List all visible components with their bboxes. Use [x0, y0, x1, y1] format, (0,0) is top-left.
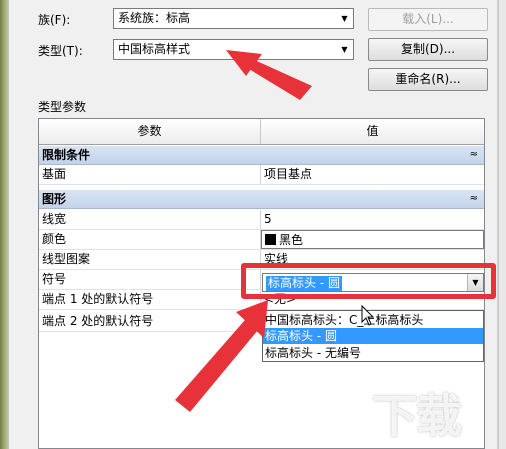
annotation-arrow-bottom — [175, 300, 268, 412]
annotation-arrow-top — [226, 50, 312, 100]
watermark-logo: 下载吧 — [372, 389, 462, 443]
mouse-cursor-icon — [361, 304, 375, 326]
